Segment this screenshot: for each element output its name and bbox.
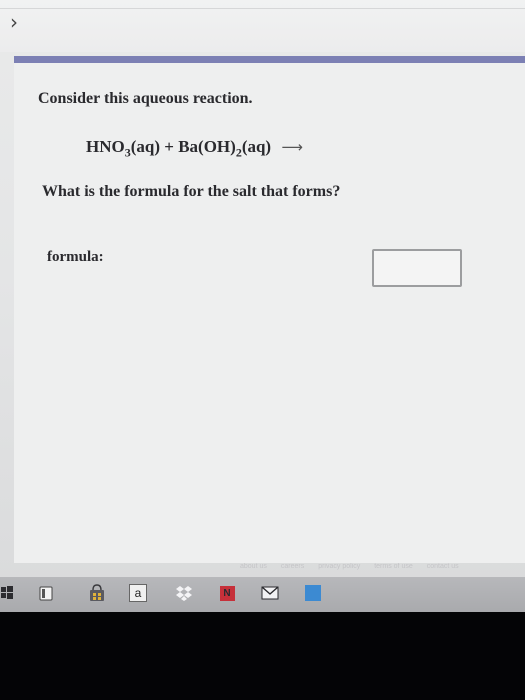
footer-link[interactable]: careers xyxy=(281,563,304,575)
mail-icon[interactable] xyxy=(260,584,280,602)
file-explorer-icon[interactable] xyxy=(37,584,55,602)
question-prompt: Consider this aqueous reaction. xyxy=(38,90,253,107)
chevron-right-icon[interactable]: › xyxy=(10,12,18,32)
edge-tile xyxy=(305,585,321,601)
windows-icon[interactable] xyxy=(0,584,14,602)
reactant-2-state: (aq) xyxy=(241,137,272,156)
question-text: What is the formula for the salt that fo… xyxy=(42,183,341,200)
question-header-bar xyxy=(14,56,525,63)
browser-top-bar: › xyxy=(0,0,525,52)
laptop-bezel xyxy=(0,612,525,700)
reactant-1-formula: HNO xyxy=(86,137,125,156)
reactant-2-formula: Ba(OH) xyxy=(178,137,236,156)
store-icon[interactable] xyxy=(87,584,107,602)
edge-icon[interactable] xyxy=(303,584,323,602)
formula-input[interactable] xyxy=(372,249,462,287)
footer-link[interactable]: about us xyxy=(240,563,267,575)
reaction-equation: HNO3(aq) + Ba(OH)2(aq) ⟶ xyxy=(86,137,303,160)
footer-links: about us careers privacy policy terms of… xyxy=(240,563,525,575)
reactant-1-state: (aq) xyxy=(130,137,161,156)
onenote-letter: N xyxy=(219,585,235,601)
reaction-arrow-icon: ⟶ xyxy=(281,138,303,156)
footer-link[interactable]: privacy policy xyxy=(318,563,360,575)
onenote-icon[interactable]: N xyxy=(218,584,236,602)
footer-link[interactable]: contact us xyxy=(427,563,459,575)
plus-sign: + xyxy=(164,137,174,156)
footer-link[interactable]: terms of use xyxy=(374,563,413,575)
amazon-letter: a xyxy=(129,584,147,602)
formula-label: formula: xyxy=(47,249,104,265)
dropbox-icon[interactable] xyxy=(175,584,193,602)
screen: › Consider this aqueous reaction. HNO3(a… xyxy=(0,0,525,612)
divider xyxy=(0,8,525,9)
amazon-icon[interactable]: a xyxy=(129,584,147,602)
